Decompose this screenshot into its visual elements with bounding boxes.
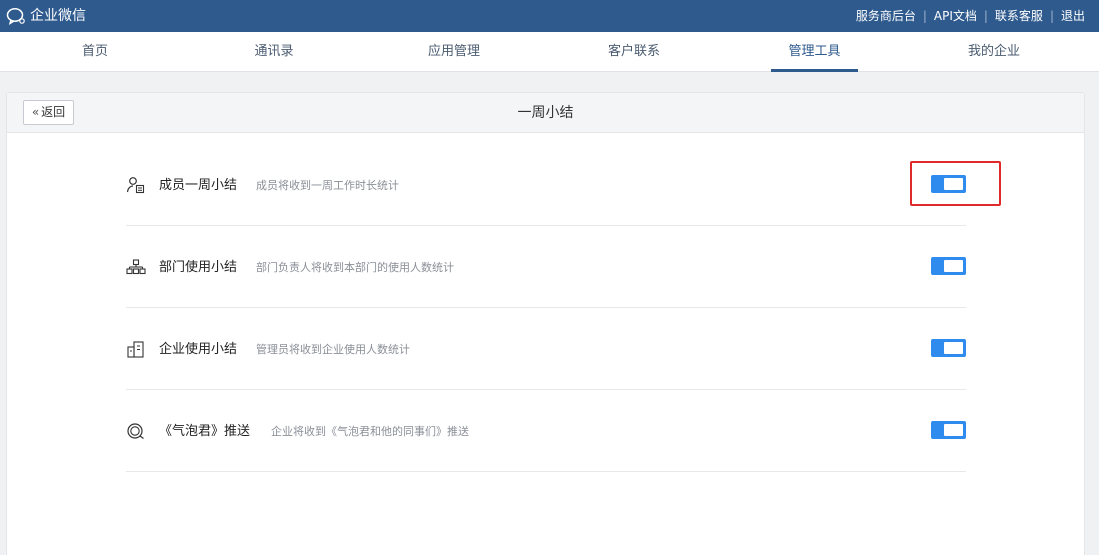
- nav-home[interactable]: 首页: [55, 32, 135, 72]
- member-icon: [126, 177, 145, 194]
- main-nav: 首页 通讯录 应用管理 客户联系 管理工具 我的企业: [0, 32, 1099, 72]
- toggle-knob: [944, 424, 963, 436]
- wecom-logo-icon: [6, 8, 25, 26]
- nav-customer-contact[interactable]: 客户联系: [594, 32, 674, 72]
- setting-description: 部门负责人将收到本部门的使用人数统计: [256, 261, 454, 274]
- building-icon: [127, 341, 144, 358]
- page-title: 一周小结: [517, 105, 574, 121]
- nav-contacts[interactable]: 通讯录: [234, 32, 314, 72]
- back-button[interactable]: « 返回: [23, 100, 74, 125]
- department-summary-toggle[interactable]: [931, 257, 966, 275]
- back-button-label: 返回: [41, 105, 66, 119]
- setting-row-enterprise-summary: 企业使用小结 管理员将收到企业使用人数统计: [126, 308, 966, 390]
- nav-my-enterprise[interactable]: 我的企业: [954, 32, 1034, 72]
- setting-description: 管理员将收到企业使用人数统计: [256, 343, 410, 356]
- setting-row-bubble-push: 《气泡君》推送 企业将收到《气泡君和他的同事们》推送: [126, 390, 966, 472]
- top-bar: 企业微信 服务商后台 | API文档 | 联系客服 | 退出: [0, 0, 1099, 32]
- top-link-api-docs[interactable]: API文档: [934, 8, 977, 24]
- top-link-support[interactable]: 联系客服: [995, 8, 1043, 24]
- setting-name: 《气泡君》推送: [159, 424, 251, 439]
- top-links: 服务商后台 | API文档 | 联系客服 | 退出: [856, 8, 1085, 24]
- setting-row-department-summary: 部门使用小结 部门负责人将收到本部门的使用人数统计: [126, 226, 966, 308]
- nav-active-indicator: [771, 69, 858, 72]
- panel-header: 一周小结 « 返回: [7, 93, 1084, 133]
- divider: |: [922, 9, 927, 23]
- setting-row-member-summary: 成员一周小结 成员将收到一周工作时长统计: [126, 144, 966, 226]
- divider: |: [1049, 9, 1054, 23]
- chevron-left-icon: «: [31, 105, 40, 119]
- nav-management-tools[interactable]: 管理工具: [771, 32, 858, 72]
- enterprise-summary-toggle[interactable]: [931, 339, 966, 357]
- top-link-logout[interactable]: 退出: [1061, 8, 1085, 24]
- nav-app-management[interactable]: 应用管理: [414, 32, 494, 72]
- brand[interactable]: 企业微信: [6, 6, 86, 26]
- toggle-knob: [944, 178, 963, 190]
- org-chart-icon: [126, 259, 146, 275]
- setting-description: 成员将收到一周工作时长统计: [256, 179, 399, 192]
- divider: |: [983, 9, 988, 23]
- setting-name: 部门使用小结: [159, 260, 238, 275]
- setting-name: 企业使用小结: [159, 342, 238, 357]
- setting-description: 企业将收到《气泡君和他的同事们》推送: [271, 425, 469, 438]
- member-summary-toggle[interactable]: [931, 175, 966, 193]
- app-name: 企业微信: [30, 8, 86, 24]
- toggle-knob: [944, 342, 963, 354]
- bubble-push-toggle[interactable]: [931, 421, 966, 439]
- bubble-icon: [127, 423, 144, 439]
- weekly-summary-panel: 一周小结 « 返回 成员一周小结 成员将收到一周工作时长统计 部门使用小结 部门…: [6, 92, 1085, 555]
- setting-name: 成员一周小结: [159, 178, 238, 193]
- top-link-provider[interactable]: 服务商后台: [856, 8, 916, 24]
- toggle-knob: [944, 260, 963, 272]
